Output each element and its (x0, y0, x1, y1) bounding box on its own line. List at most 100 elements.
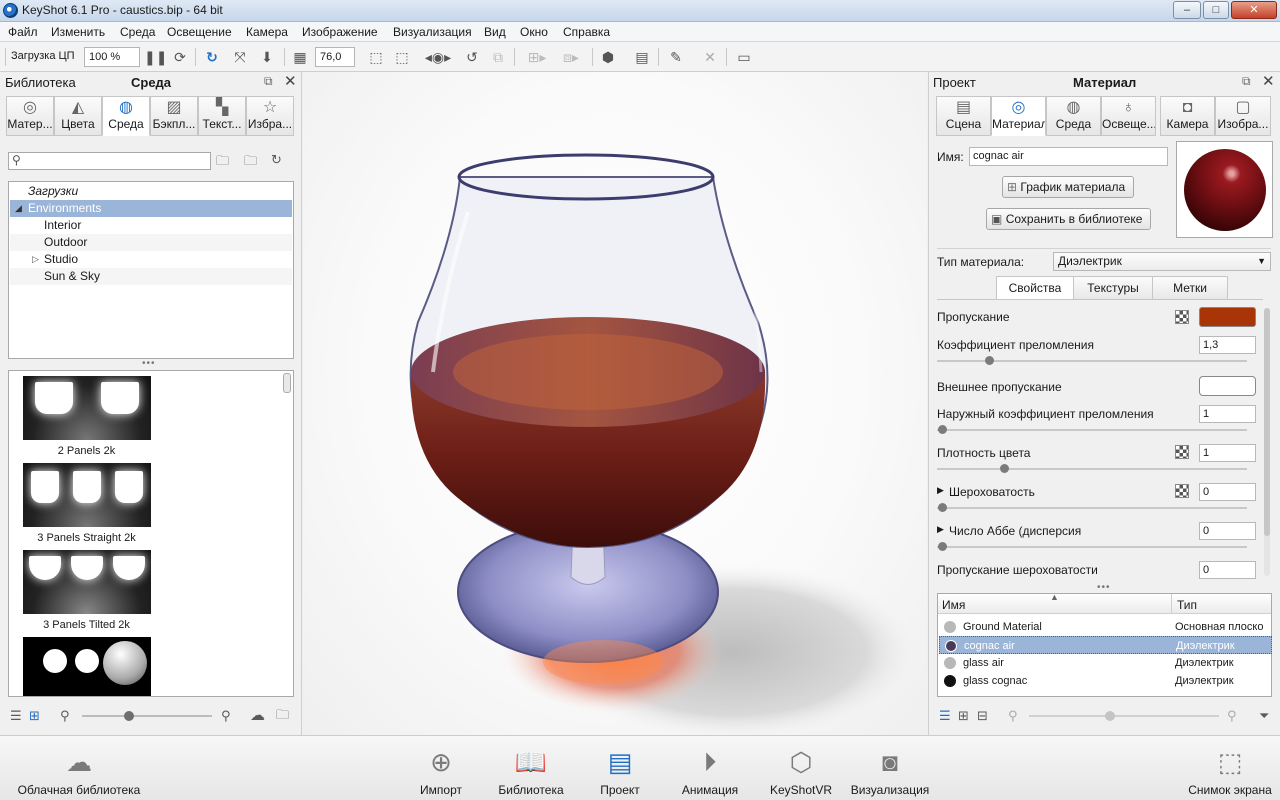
expand-arrow-icon[interactable]: ◢ (15, 200, 22, 217)
material-graph-button[interactable]: ⊞ График материала (1002, 176, 1134, 198)
render-viewport[interactable] (303, 72, 927, 735)
subtab-labels[interactable]: Метки (1152, 276, 1228, 300)
thumbnail-scrollbar[interactable] (283, 373, 291, 393)
tree-item-outdoor[interactable]: Outdoor (10, 234, 292, 251)
library-button[interactable]: 📖 Библиотека (494, 744, 568, 797)
script-console-icon[interactable]: ▭ (734, 47, 754, 67)
table-row[interactable]: Ground Material Основная плоско (939, 618, 1272, 636)
material-name-input[interactable]: cognac air (969, 147, 1168, 166)
folder-import-icon[interactable]: 🗀 (276, 706, 289, 728)
library-search-input[interactable]: ⚲ (8, 152, 211, 170)
slider-knob[interactable] (985, 356, 994, 365)
grid-view-icon[interactable]: ⊞ (29, 708, 40, 724)
region-icon[interactable]: ⬚ (366, 47, 386, 67)
close-button[interactable]: ✕ (1231, 1, 1277, 19)
texture-toggle-icon[interactable] (1175, 484, 1189, 498)
outside-ior-slider[interactable] (937, 425, 1247, 434)
thumbnail-2-panels[interactable] (23, 376, 151, 440)
region-alt-icon[interactable]: ⬚ (392, 47, 412, 67)
add-folder-icon[interactable]: 🗀 (216, 152, 229, 174)
splitter-handle[interactable]: ••• (1097, 582, 1111, 593)
roughness-transmission-input[interactable]: 0 (1199, 561, 1256, 579)
import-button[interactable]: ⊕ Импорт (410, 744, 472, 797)
tab-textures[interactable]: ▚ Текст... (198, 96, 246, 136)
tab-materials[interactable]: ◎ Матер... (6, 96, 54, 136)
remove-folder-icon[interactable]: 🗀 (244, 152, 257, 174)
ior-slider[interactable] (937, 356, 1247, 365)
zoom-in-icon[interactable]: ⚲ (221, 708, 231, 724)
zoom-out-icon[interactable]: ⚲ (60, 708, 70, 724)
refresh-icon[interactable]: ↻ (202, 47, 222, 67)
color-density-slider[interactable] (937, 464, 1247, 473)
filter-icon[interactable]: ⏷ (1259, 708, 1269, 724)
abbe-input[interactable]: 0 (1199, 522, 1256, 540)
menu-view[interactable]: Вид (484, 25, 506, 39)
subtab-textures[interactable]: Текстуры (1073, 276, 1153, 300)
shield-icon[interactable]: ⬢ (598, 47, 618, 67)
camera-navigate-icon[interactable]: ◂◉▸ (420, 47, 456, 67)
tab-backplates[interactable]: ▨ Бэкпл... (150, 96, 198, 136)
thumbnail-3-panels-tilted[interactable] (23, 550, 151, 614)
outside-transmission-swatch[interactable] (1199, 376, 1256, 396)
slider-knob[interactable] (938, 542, 947, 551)
animation-button[interactable]: ⏵ Анимация (678, 744, 742, 797)
tree-item-studio[interactable]: ▷ Studio (10, 251, 292, 268)
fit-screen-icon[interactable]: ⤧ (230, 47, 250, 67)
ior-input[interactable]: 1,3 (1199, 336, 1256, 354)
collapse-arrow-icon[interactable]: ▷ (32, 251, 39, 268)
texture-toggle-icon[interactable] (1175, 310, 1189, 324)
splitter-handle[interactable]: ••• (142, 358, 156, 369)
pause-icon[interactable]: ❚❚ (144, 47, 167, 67)
tab-camera[interactable]: ◘ Камера (1160, 96, 1215, 136)
close-panel-icon[interactable]: ✕ (284, 72, 297, 90)
properties-scrollbar[interactable] (1264, 308, 1270, 576)
list-view-icon[interactable]: ☰ (939, 708, 951, 724)
column-header-type[interactable]: Тип (1177, 598, 1197, 612)
material-preview[interactable] (1176, 141, 1273, 238)
tab-lighting[interactable]: ♁ Освеще... (1101, 96, 1156, 136)
thumbnail-3-panels-straight[interactable] (23, 463, 151, 527)
list-view-icon[interactable]: ☰ (10, 708, 22, 724)
slider-knob[interactable] (938, 425, 947, 434)
tab-favorites[interactable]: ☆ Избра... (246, 96, 294, 136)
slider-knob[interactable] (938, 503, 947, 512)
cpu-usage-select[interactable]: 100 % (84, 47, 140, 67)
tree-item-interior[interactable]: Interior (10, 217, 292, 234)
tab-environment[interactable]: ◍ Среда (1046, 96, 1101, 136)
outside-ior-input[interactable]: 1 (1199, 405, 1256, 423)
menu-lighting[interactable]: Освещение (167, 25, 232, 39)
material-type-select[interactable]: Диэлектрик ▼ (1053, 252, 1271, 271)
menu-edit[interactable]: Изменить (51, 25, 105, 39)
upload-cloud-icon[interactable]: ☁ (250, 706, 265, 724)
screenshot-button[interactable]: ⬚ Снимок экрана (1186, 744, 1274, 797)
paint-icon[interactable]: ✎ (666, 47, 686, 67)
slider-knob[interactable] (1000, 464, 1009, 473)
grid-view-icon[interactable]: ⊞ (958, 708, 969, 724)
tree-item-environments[interactable]: ◢ Environments (10, 200, 292, 217)
keyshotvr-button[interactable]: ⬡ KeyShotVR (768, 744, 834, 797)
tree-view-icon[interactable]: ⊟ (977, 708, 988, 724)
menu-camera[interactable]: Камера (246, 25, 288, 39)
menu-image[interactable]: Изображение (302, 25, 378, 39)
tab-environments[interactable]: ◍ Среда (102, 96, 150, 136)
menu-environment[interactable]: Среда (120, 25, 155, 39)
subtab-properties[interactable]: Свойства (996, 276, 1074, 300)
presentation-icon[interactable]: ▤ (632, 47, 652, 67)
download-icon[interactable]: ⬇ (257, 47, 277, 67)
roughness-slider[interactable] (937, 503, 1247, 512)
tab-material[interactable]: ◎ Материал (991, 96, 1046, 136)
maximize-button[interactable]: □ (1203, 1, 1229, 19)
column-header-name[interactable]: Имя (942, 598, 965, 612)
texture-toggle-icon[interactable] (1175, 445, 1189, 459)
table-row[interactable]: glass cognac Диэлектрик (939, 672, 1272, 690)
tree-item-sun-sky[interactable]: Sun & Sky (10, 268, 292, 285)
table-row-selected[interactable]: cognac air Диэлектрик (939, 636, 1272, 654)
rotate-icon[interactable]: ↺ (462, 47, 482, 67)
float-panel-icon[interactable]: ⧉ (1242, 74, 1251, 89)
cloud-library-button[interactable]: ☁ Облачная библиотека (14, 744, 144, 797)
save-to-library-button[interactable]: ▣ Сохранить в библиотеке (986, 208, 1151, 230)
transmission-color-swatch[interactable] (1199, 307, 1256, 327)
tab-scene[interactable]: ▤ Сцена (936, 96, 991, 136)
menu-help[interactable]: Справка (563, 25, 610, 39)
table-row[interactable]: glass air Диэлектрик (939, 654, 1272, 672)
